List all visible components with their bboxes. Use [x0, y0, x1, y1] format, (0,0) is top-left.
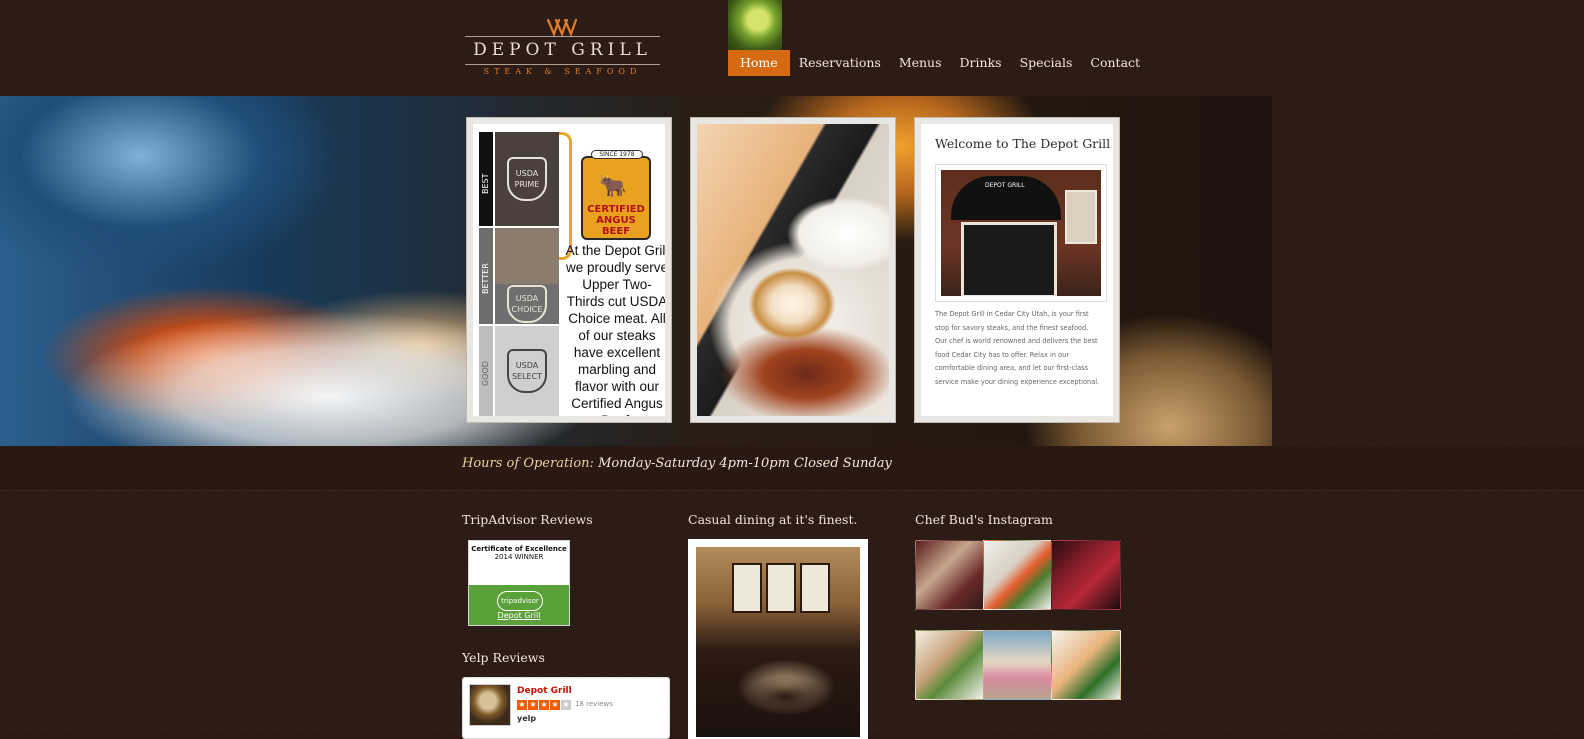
- tier-best-bar: BEST: [479, 132, 493, 226]
- yelp-review-count: 18 reviews: [575, 700, 613, 708]
- grade-choice-upper: [495, 228, 559, 284]
- tripadvisor-green-panel: tripadvisor Depot Grill: [469, 585, 569, 625]
- usda-prime-shield-icon: USDA PRIME: [507, 157, 547, 201]
- certified-angus-beef-logo: SINCE 1978 🐂 CERTIFIED ANGUS BEEF: [581, 150, 651, 240]
- logo-subtitle: STEAK & SEAFOOD: [483, 67, 642, 76]
- logo-mark-icon: [545, 16, 579, 38]
- star-icon: ★: [550, 700, 560, 710]
- star-icon: ★: [561, 700, 571, 710]
- usda-choice-shield-icon: USDA CHOICE: [507, 285, 547, 323]
- hours-of-operation: Hours of Operation: Monday-Saturday 4pm-…: [462, 456, 892, 471]
- yelp-review-card[interactable]: Depot Grill ★ ★ ★ ★ ★ 18 reviews yelp: [462, 677, 670, 739]
- star-icon: ★: [539, 700, 549, 710]
- yelp-business-name[interactable]: Depot Grill: [517, 686, 572, 696]
- instagram-photo[interactable]: [1051, 540, 1121, 610]
- welcome-text: The Depot Grill in Cedar City Utah, is y…: [935, 310, 1100, 386]
- tier-good-label: GOOD: [481, 361, 490, 386]
- dining-window: [766, 563, 796, 613]
- dining-room-photo: [696, 547, 860, 737]
- beef-grade-card: BEST BETTER GOOD USDA PRIME USDA CHOICE …: [466, 117, 672, 423]
- awning-photo-frame: DEPOT GRILL: [935, 164, 1107, 302]
- header: DEPOT GRILL STEAK & SEAFOOD Home Reserva…: [0, 0, 1584, 96]
- instagram-photo[interactable]: [983, 630, 1053, 700]
- tripadvisor-badge[interactable]: Certificate of Excellence 2014 WINNER tr…: [468, 540, 570, 626]
- yelp-title: Yelp Reviews: [462, 650, 545, 665]
- casual-dining-title: Casual dining at it's finest.: [688, 512, 858, 527]
- hero-banner: BEST BETTER GOOD USDA PRIME USDA CHOICE …: [0, 96, 1272, 446]
- instagram-photo[interactable]: [1051, 630, 1121, 700]
- nav-menus[interactable]: Menus: [890, 50, 951, 76]
- beef-description: At the Depot Grill we proudly serve Uppe…: [565, 243, 665, 416]
- instagram-photo[interactable]: [983, 540, 1053, 610]
- fish-photo: [697, 124, 889, 416]
- star-icon: ★: [517, 700, 527, 710]
- nav-contact[interactable]: Contact: [1081, 50, 1149, 76]
- grade-prime: USDA PRIME: [495, 132, 559, 226]
- main-nav: Home Reservations Menus Drinks Specials …: [728, 50, 1149, 76]
- awning-photo: DEPOT GRILL: [941, 170, 1101, 296]
- welcome-card: Welcome to The Depot Grill DEPOT GRILL T…: [914, 117, 1120, 423]
- tripadvisor-depot-grill-link[interactable]: Depot Grill: [469, 611, 569, 620]
- logo-rule-top: [465, 36, 660, 37]
- usda-select-shield-icon: USDA SELECT: [507, 349, 547, 393]
- depot-grill-logo[interactable]: DEPOT GRILL STEAK & SEAFOOD: [465, 16, 660, 82]
- beef-grade-card-inner: BEST BETTER GOOD USDA PRIME USDA CHOICE …: [473, 124, 665, 416]
- yelp-star-rating: ★ ★ ★ ★ ★: [517, 700, 571, 710]
- instagram-title: Chef Bud's Instagram: [915, 512, 1053, 527]
- hours-bar: Hours of Operation: Monday-Saturday 4pm-…: [0, 446, 1584, 491]
- nav-drinks[interactable]: Drinks: [951, 50, 1011, 76]
- fish-photo-card: [690, 117, 896, 423]
- dining-window: [732, 563, 762, 613]
- hours-label: Hours of Operation:: [462, 456, 594, 471]
- grade-select: USDA SELECT: [495, 326, 559, 416]
- tier-best-label: BEST: [481, 173, 490, 194]
- nav-reservations[interactable]: Reservations: [790, 50, 890, 76]
- window: [1065, 190, 1097, 244]
- tier-good-bar: GOOD: [479, 326, 493, 416]
- nav-home[interactable]: Home: [728, 50, 790, 76]
- tripadvisor-certificate-line1: Certificate of Excellence: [471, 545, 567, 553]
- logo-rule-bottom: [465, 64, 660, 65]
- bull-icon: 🐂: [599, 174, 627, 199]
- awning-text: DEPOT GRILL: [985, 182, 1025, 189]
- yelp-thumbnail: [469, 684, 511, 726]
- instagram-photo[interactable]: [915, 630, 985, 700]
- tripadvisor-title: TripAdvisor Reviews: [462, 512, 593, 527]
- nav-thumbnail-image: [728, 0, 782, 50]
- since-1978-badge: SINCE 1978: [591, 150, 643, 159]
- cab-brand-text: CERTIFIED ANGUS BEEF: [587, 204, 645, 237]
- gold-bracket: [559, 132, 572, 260]
- welcome-title: Welcome to The Depot Grill: [935, 136, 1111, 151]
- logo-title: DEPOT GRILL: [473, 40, 652, 60]
- dining-window: [800, 563, 830, 613]
- fish-photo-card-inner: [697, 124, 889, 416]
- instagram-grid: [915, 540, 1121, 700]
- instagram-photo[interactable]: [915, 540, 985, 610]
- entrance-door: [961, 222, 1057, 296]
- tripadvisor-certificate-line2: 2014 WINNER: [494, 553, 544, 561]
- tier-better-label: BETTER: [481, 263, 490, 294]
- nav-specials[interactable]: Specials: [1011, 50, 1082, 76]
- welcome-card-inner: Welcome to The Depot Grill DEPOT GRILL T…: [921, 124, 1113, 416]
- casual-dining-photo-frame: [688, 539, 868, 739]
- tripadvisor-owl-icon: tripadvisor: [497, 591, 543, 611]
- grade-choice: USDA CHOICE: [495, 284, 559, 324]
- tier-better-bar: BETTER: [479, 228, 493, 324]
- yelp-logo: yelp: [517, 714, 537, 723]
- hours-value: Monday-Saturday 4pm-10pm Closed Sunday: [598, 456, 892, 471]
- star-icon: ★: [528, 700, 538, 710]
